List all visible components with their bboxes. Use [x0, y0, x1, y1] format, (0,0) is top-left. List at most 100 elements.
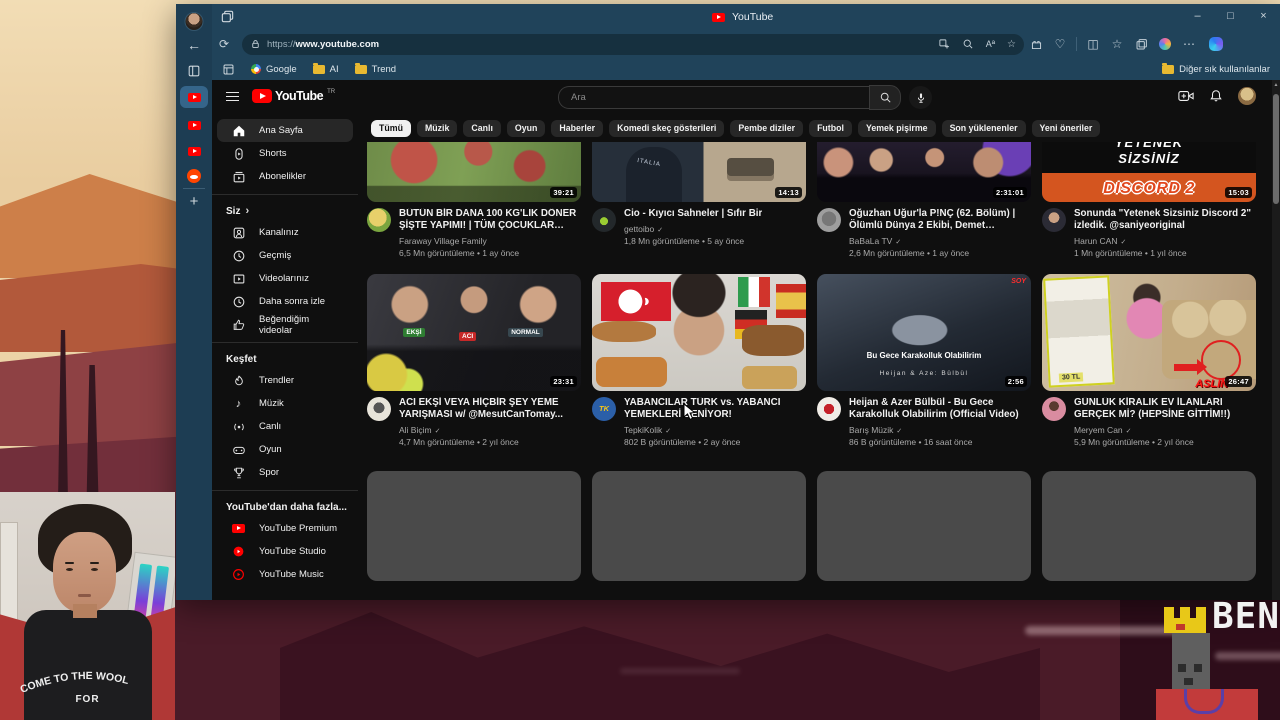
channel-avatar[interactable] — [367, 396, 391, 421]
video-card[interactable]: 2:31:01 Oğuzhan Uğur'la P!NÇ (62. Bölüm)… — [817, 142, 1031, 258]
video-title[interactable]: BÜTÜN BİR DANA 100 KG'LIK DÖNER ŞİŞTE YA… — [399, 208, 581, 232]
video-thumbnail[interactable]: 39:21 — [367, 142, 581, 202]
video-thumbnail[interactable]: 2:31:01 — [817, 142, 1031, 202]
channel-name[interactable]: TepkiKolik ✓ — [624, 425, 806, 435]
video-thumbnail[interactable]: SOY Bu Gece Karakolluk Olabilirim Heijan… — [817, 273, 1031, 391]
channel-name[interactable]: gettoibo ✓ — [624, 224, 762, 234]
copilot-icon[interactable] — [1209, 37, 1223, 51]
video-thumbnail[interactable]: EKŞİ ACI NORMAL 23:31 — [367, 273, 581, 391]
collections-icon[interactable]: ☆ — [1105, 37, 1129, 51]
split-screen-icon[interactable]: ◫ — [1081, 37, 1105, 51]
chip-yeni-oneriler[interactable]: Yeni öneriler — [1031, 119, 1101, 137]
sidebar-item-youtube-music[interactable]: YouTube Music — [217, 563, 353, 586]
video-card[interactable]: 39:21 BÜTÜN BİR DANA 100 KG'LIK DÖNER Şİ… — [367, 142, 581, 258]
channel-name[interactable]: Meryem Can ✓ — [1074, 425, 1256, 435]
vertical-tabs-icon[interactable] — [187, 64, 201, 78]
video-card[interactable]: ITALIA 14:13 Cio - Kıyıcı Sahneler | Sıf… — [592, 142, 806, 258]
browser-tab[interactable]: YouTube — [712, 4, 773, 30]
chip-haberler[interactable]: Haberler — [551, 119, 604, 137]
video-card[interactable]: SOY Bu Gece Karakolluk Olabilirim Heijan… — [817, 273, 1031, 447]
minimize-button[interactable]: – — [1181, 4, 1214, 30]
video-title[interactable]: Heijan & Azer Bülbül - Bu Gece Karakollu… — [849, 397, 1031, 421]
chip-son-yuklenenler[interactable]: Son yüklenenler — [941, 119, 1026, 137]
settings-more-icon[interactable]: ⋯ — [1177, 37, 1201, 51]
youtube-logo[interactable]: YouTube TR — [252, 89, 335, 103]
sidebar-item-shorts[interactable]: Shorts — [217, 142, 353, 165]
refresh-button[interactable]: ⟳ — [212, 37, 236, 51]
create-video-icon[interactable] — [1178, 89, 1194, 103]
video-card[interactable]: TK YABANCILAR TÜRK vs. YABANCI YEMEKLERİ… — [592, 273, 806, 447]
sidebar-item-home[interactable]: Ana Sayfa — [217, 119, 353, 142]
back-button[interactable]: ← — [187, 37, 201, 53]
account-avatar[interactable] — [1238, 87, 1256, 105]
video-title[interactable]: ACI EKŞİ VEYA HİÇBİR ŞEY YEME YARIŞMASI … — [399, 397, 581, 421]
pinned-tab-youtube-active[interactable] — [180, 86, 208, 108]
search-button[interactable] — [869, 85, 901, 110]
browser-profile-avatar[interactable] — [184, 12, 204, 31]
video-card[interactable]: YETENEK SİZSİNİZ DISCORD 2 15:03 Sonunda… — [1042, 142, 1256, 258]
chip-yemek[interactable]: Yemek pişirme — [857, 119, 936, 137]
browser-essentials-icon[interactable]: ♡ — [1048, 37, 1072, 51]
pinned-tab-youtube[interactable] — [180, 140, 208, 162]
sidebar-item-trending[interactable]: Trendler — [217, 369, 353, 392]
channel-avatar[interactable] — [592, 208, 616, 232]
shield-icon[interactable] — [1024, 38, 1048, 51]
scrollbar-thumb[interactable] — [1273, 94, 1279, 204]
channel-name[interactable]: Ali Biçim ✓ — [399, 425, 581, 435]
favorite-star-icon[interactable]: ☆ — [1007, 39, 1016, 50]
read-aloud-icon[interactable]: Aª — [986, 39, 995, 49]
channel-avatar[interactable] — [817, 208, 841, 232]
pinned-tab-youtube[interactable] — [180, 114, 208, 136]
sidebar-item-subscriptions[interactable]: Abonelikler — [217, 165, 353, 188]
voice-search-button[interactable] — [909, 86, 932, 109]
sidebar-section-you[interactable]: Siz › — [212, 201, 358, 221]
bookmark-folder-ai[interactable]: AI — [312, 62, 339, 75]
search-input-box[interactable] — [558, 86, 869, 109]
chip-tumu[interactable]: Tümü — [371, 119, 411, 137]
sidebar-item-youtube-studio[interactable]: YouTube Studio — [217, 540, 353, 563]
chip-oyun[interactable]: Oyun — [506, 119, 546, 137]
bookmark-folder-trend[interactable]: Trend — [354, 62, 396, 75]
video-title[interactable]: GÜNLÜK KİRALIK EV İLANLARI GERÇEK Mİ? (H… — [1074, 397, 1256, 421]
video-thumbnail[interactable]: ITALIA 14:13 — [592, 142, 806, 202]
sidebar-item-sports[interactable]: Spor — [217, 461, 353, 484]
chip-canli[interactable]: Canlı — [463, 119, 501, 137]
channel-name[interactable]: Harun CAN ✓ — [1074, 236, 1256, 246]
sidebar-item-liked-videos[interactable]: Beğendiğim videolar — [217, 313, 353, 336]
video-card[interactable]: EKŞİ ACI NORMAL 23:31 ACI EKŞİ VEYA HİÇB… — [367, 273, 581, 447]
channel-avatar[interactable] — [367, 208, 391, 232]
sidebar-item-watch-later[interactable]: Daha sonra izle — [217, 290, 353, 313]
bookmark-google[interactable]: Google — [251, 64, 297, 75]
browser-tools-icon[interactable] — [1129, 38, 1153, 51]
sidebar-item-history[interactable]: Geçmiş — [217, 244, 353, 267]
sidebar-item-live[interactable]: Canlı — [217, 415, 353, 438]
channel-avatar[interactable] — [817, 396, 841, 421]
extensions-colored-icon[interactable] — [1159, 38, 1171, 50]
video-thumbnail[interactable] — [592, 273, 806, 391]
grid-add-icon[interactable] — [938, 38, 950, 50]
sidebar-item-your-channel[interactable]: Kanalınız — [217, 221, 353, 244]
page-scrollbar[interactable]: ▲ — [1272, 80, 1280, 600]
video-title[interactable]: Oğuzhan Uğur'la P!NÇ (62. Bölüm) | Ölüml… — [849, 208, 1031, 232]
guide-menu-icon[interactable] — [226, 92, 239, 102]
chip-pembe-diziler[interactable]: Pembe diziler — [730, 119, 804, 137]
chip-futbol[interactable]: Futbol — [809, 119, 852, 137]
scroll-up-arrow[interactable]: ▲ — [1272, 82, 1280, 88]
video-card[interactable]: 30 TL ASLIN 26:47 GÜNLÜK KİRALIK EV İLAN… — [1042, 273, 1256, 447]
channel-name[interactable]: Faraway Village Family — [399, 236, 581, 246]
channel-avatar[interactable] — [1042, 396, 1066, 421]
new-tab-button[interactable]: + — [190, 193, 199, 210]
sidebar-item-your-videos[interactable]: Videolarınız — [217, 267, 353, 290]
search-in-page-icon[interactable] — [962, 38, 974, 50]
channel-name[interactable]: BaBaLa TV ✓ — [849, 236, 1031, 246]
chip-muzik[interactable]: Müzik — [416, 119, 458, 137]
channel-avatar[interactable]: TK — [592, 396, 616, 421]
video-title[interactable]: Sonunda "Yetenek Sizsiniz Discord 2" izl… — [1074, 208, 1256, 232]
video-title[interactable]: Cio - Kıyıcı Sahneler | Sıfır Bir — [624, 208, 762, 220]
address-bar[interactable]: https://www.youtube.com Aª ☆ — [242, 33, 1024, 55]
video-title[interactable]: YABANCILAR TÜRK vs. YABANCI YEMEKLERİ DE… — [624, 397, 806, 421]
pinned-tab-reddit[interactable] — [180, 165, 208, 187]
workspaces-icon[interactable] — [220, 9, 235, 24]
maximize-button[interactable]: □ — [1214, 4, 1247, 30]
close-button[interactable]: × — [1247, 4, 1280, 30]
